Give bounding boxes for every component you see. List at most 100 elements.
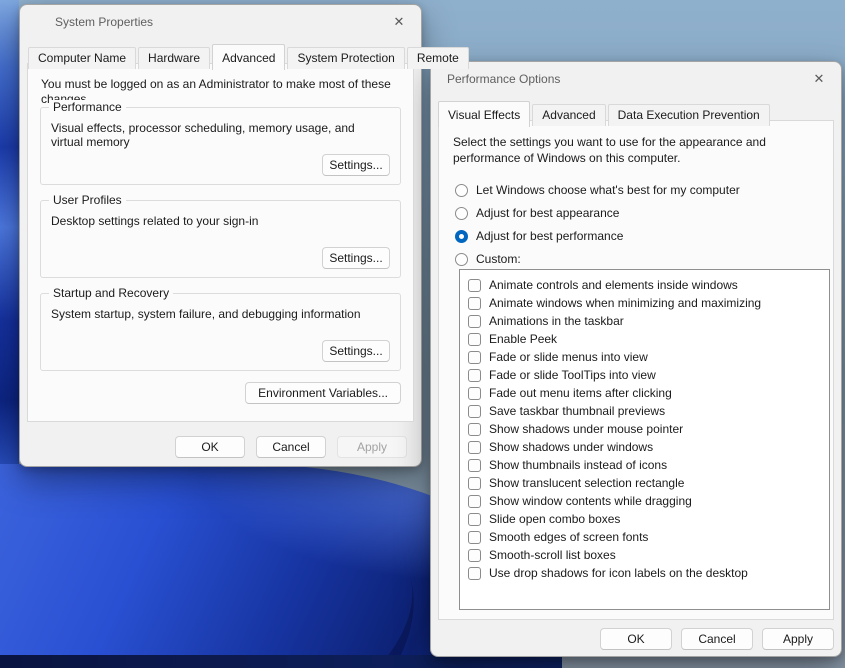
checkbox-icon[interactable] [468,495,481,508]
ok-button[interactable]: OK [175,436,245,458]
radio-icon[interactable] [455,184,468,197]
close-icon[interactable]: ✕ [810,70,828,88]
checkbox-label: Fade out menu items after clicking [489,386,672,400]
radio-option[interactable]: Let Windows choose what's best for my co… [455,179,833,201]
checkbox-icon[interactable] [468,297,481,310]
cancel-button[interactable]: Cancel [256,436,326,458]
checkbox-label: Enable Peek [489,332,557,346]
tab-label: Visual Effects [448,108,520,122]
settings-button[interactable]: Settings... [322,247,390,269]
visual-effect-option-row[interactable]: Fade or slide ToolTips into view [468,366,829,384]
performance-options-dialog: Performance Options ✕ Visual Effects Adv… [430,61,842,657]
title-bar[interactable]: Performance Options ✕ [431,62,841,94]
radio-label: Let Windows choose what's best for my co… [476,183,740,197]
visual-effect-option-row[interactable]: Show shadows under windows [468,438,829,456]
checkbox-label: Show thumbnails instead of icons [489,458,667,472]
checkbox-label: Animate windows when minimizing and maxi… [489,296,761,310]
checkbox-icon[interactable] [468,423,481,436]
settings-group: Startup and Recovery System startup, sys… [40,293,401,371]
checkbox-icon[interactable] [468,441,481,454]
system-properties-tab[interactable]: Computer Name [28,47,136,69]
checkbox-icon[interactable] [468,567,481,580]
performance-options-tab-strip: Visual Effects Advanced Data Execution P… [438,101,772,126]
checkbox-icon[interactable] [468,315,481,328]
checkbox-icon[interactable] [468,513,481,526]
performance-options-tab[interactable]: Visual Effects [438,101,530,127]
radio-option[interactable]: Adjust for best appearance [455,202,833,224]
tab-label: Advanced [542,108,595,122]
apply-button[interactable]: Apply [337,436,407,458]
radio-option[interactable]: Adjust for best performance [455,225,833,247]
system-properties-tab[interactable]: Remote [407,47,469,69]
visual-effect-option-row[interactable]: Use drop shadows for icon labels on the … [468,564,829,582]
performance-options-tab[interactable]: Advanced [532,104,605,126]
checkbox-label: Show shadows under windows [489,440,653,454]
checkbox-icon[interactable] [468,531,481,544]
visual-effects-tab-page: Select the settings you want to use for … [438,120,834,620]
checkbox-label: Smooth-scroll list boxes [489,548,616,562]
radio-icon[interactable] [455,253,468,266]
checkbox-label: Show window contents while dragging [489,494,692,508]
checkbox-icon[interactable] [468,405,481,418]
radio-icon[interactable] [455,207,468,220]
group-label: User Profiles [49,193,126,207]
visual-effects-listbox[interactable]: Animate controls and elements inside win… [459,269,830,610]
performance-options-tab[interactable]: Data Execution Prevention [608,104,770,126]
visual-effect-option-row[interactable]: Show shadows under mouse pointer [468,420,829,438]
visual-effect-option-row[interactable]: Smooth-scroll list boxes [468,546,829,564]
visual-effect-option-row[interactable]: Slide open combo boxes [468,510,829,528]
visual-effect-option-row[interactable]: Save taskbar thumbnail previews [468,402,829,420]
radio-icon[interactable] [455,230,468,243]
checkbox-label: Fade or slide menus into view [489,350,648,364]
visual-effect-option-row[interactable]: Show translucent selection rectangle [468,474,829,492]
group-description: Visual effects, processor scheduling, me… [41,108,400,149]
checkbox-icon[interactable] [468,279,481,292]
checkbox-label: Fade or slide ToolTips into view [489,368,656,382]
checkbox-icon[interactable] [468,351,481,364]
apply-button[interactable]: Apply [762,628,834,650]
radio-label: Adjust for best performance [476,229,623,243]
system-properties-tab[interactable]: System Protection [287,47,404,69]
system-properties-tab[interactable]: Advanced [212,44,285,70]
environment-variables-button[interactable]: Environment Variables... [245,382,401,404]
visual-effects-radio-group: Let Windows choose what's best for my co… [455,179,833,270]
ok-button[interactable]: OK [600,628,672,650]
checkbox-label: Save taskbar thumbnail previews [489,404,665,418]
checkbox-icon[interactable] [468,369,481,382]
settings-button[interactable]: Settings... [322,340,390,362]
checkbox-icon[interactable] [468,333,481,346]
visual-effect-option-row[interactable]: Fade out menu items after clicking [468,384,829,402]
tab-label: Remote [417,51,459,65]
system-properties-tab-strip: Computer Name Hardware Advanced System P… [28,44,471,69]
visual-effect-option-row[interactable]: Smooth edges of screen fonts [468,528,829,546]
radio-label: Custom: [476,252,521,266]
advanced-tab-page: You must be logged on as an Administrato… [27,63,414,422]
radio-option[interactable]: Custom: [455,248,833,270]
title-bar[interactable]: System Properties ✕ [20,5,421,37]
settings-button[interactable]: Settings... [322,154,390,176]
checkbox-icon[interactable] [468,477,481,490]
close-icon[interactable]: ✕ [390,13,408,31]
tab-label: Computer Name [38,51,126,65]
visual-effect-option-row[interactable]: Animations in the taskbar [468,312,829,330]
dialog-button-row: OK Cancel Apply [175,436,407,458]
visual-effect-option-row[interactable]: Animate controls and elements inside win… [468,276,829,294]
checkbox-label: Animate controls and elements inside win… [489,278,738,292]
checkbox-label: Slide open combo boxes [489,512,620,526]
visual-effect-option-row[interactable]: Show window contents while dragging [468,492,829,510]
tab-label: System Protection [297,51,394,65]
tab-label: Data Execution Prevention [618,108,760,122]
checkbox-label: Show translucent selection rectangle [489,476,684,490]
visual-effect-option-row[interactable]: Enable Peek [468,330,829,348]
cancel-button[interactable]: Cancel [681,628,753,650]
checkbox-icon[interactable] [468,387,481,400]
visual-effect-option-row[interactable]: Animate windows when minimizing and maxi… [468,294,829,312]
window-title: System Properties [55,15,153,29]
visual-effect-option-row[interactable]: Show thumbnails instead of icons [468,456,829,474]
system-properties-tab[interactable]: Hardware [138,47,210,69]
checkbox-icon[interactable] [468,549,481,562]
checkbox-icon[interactable] [468,459,481,472]
visual-effect-option-row[interactable]: Fade or slide menus into view [468,348,829,366]
group-label: Startup and Recovery [49,286,173,300]
tab-label: Advanced [222,51,275,65]
